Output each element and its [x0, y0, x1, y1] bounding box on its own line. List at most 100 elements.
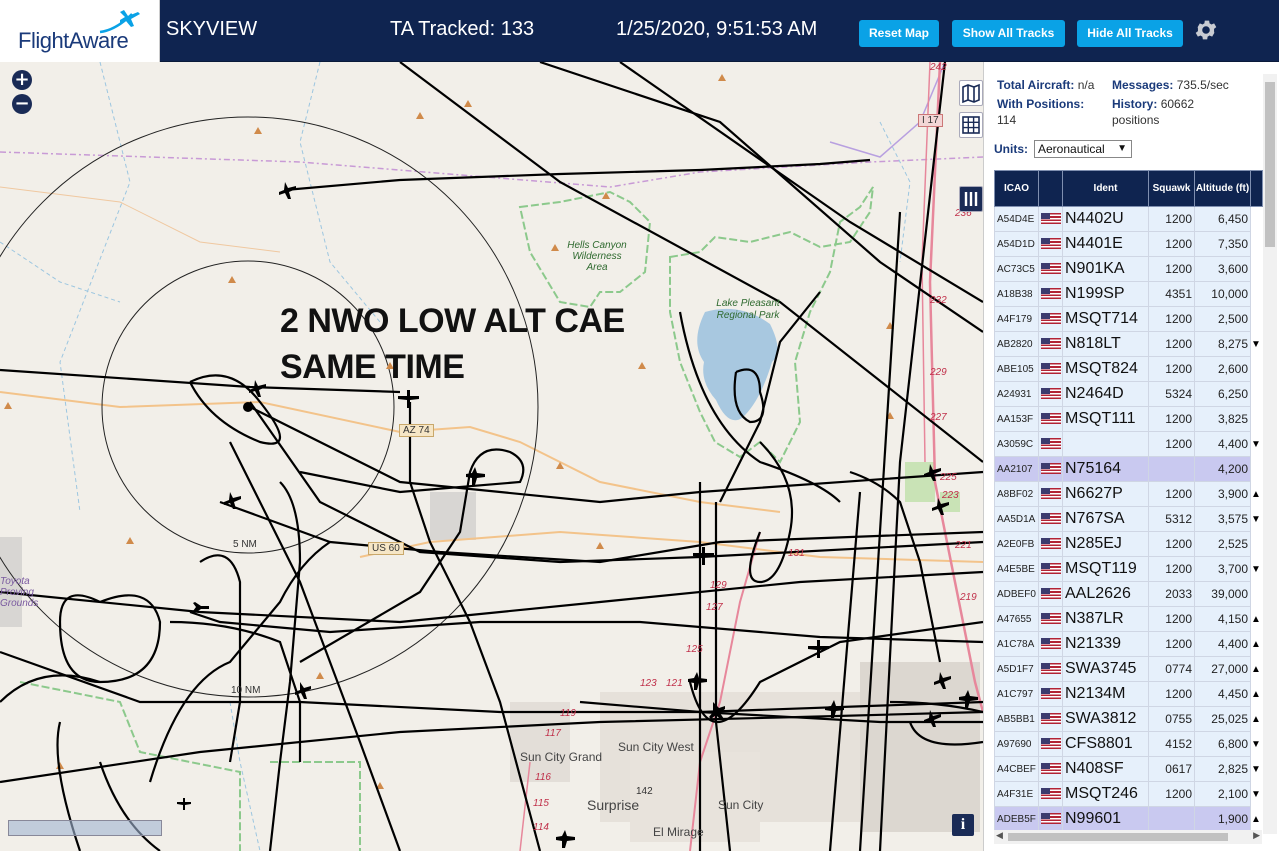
horizontal-scrollbar[interactable]: ◀ ▶: [994, 830, 1262, 844]
table-row[interactable]: A4CBEF N408SF 0617 2,825 ▼: [994, 756, 1263, 782]
table-row[interactable]: A54D4E N4402U 1200 6,450: [994, 206, 1263, 232]
table-row[interactable]: A4F31E MSQT246 1200 2,100 ▼: [994, 781, 1263, 807]
trend-cell: ▲: [1251, 688, 1261, 700]
table-row[interactable]: A97690 CFS8801 4152 6,800 ▼: [994, 731, 1263, 757]
altitude-cell: 3,700: [1194, 556, 1251, 582]
table-row[interactable]: AC73C5 N901KA 1200 3,600: [994, 256, 1263, 282]
col-squawk[interactable]: Squawk: [1148, 170, 1195, 207]
route-marker: 116: [535, 772, 551, 783]
messages-value: 735.5/sec: [1176, 78, 1229, 92]
scroll-left-icon[interactable]: ◀: [996, 831, 1003, 841]
gear-icon[interactable]: [1193, 17, 1219, 43]
hide-all-tracks-button[interactable]: Hide All Tracks: [1077, 20, 1183, 47]
scrollbar-thumb[interactable]: [1265, 82, 1275, 247]
total-aircraft-value: n/a: [1077, 78, 1095, 92]
us-flag-icon: [1041, 438, 1061, 450]
table-row[interactable]: A2E0FB N285EJ 1200 2,525: [994, 531, 1263, 557]
ident-cell: N285EJ: [1062, 531, 1149, 557]
altitude-cell: 3,900: [1194, 481, 1251, 507]
zoom-out-button[interactable]: −: [12, 94, 32, 114]
ident-cell: N199SP: [1062, 281, 1149, 307]
clock: 1/25/2020, 9:51:53 AM: [616, 18, 818, 40]
table-row[interactable]: AA153F MSQT111 1200 3,825: [994, 406, 1263, 432]
us-flag-icon: [1041, 213, 1061, 225]
layer-grid-button[interactable]: [959, 112, 983, 138]
reset-map-button[interactable]: Reset Map: [859, 20, 939, 47]
col-flag[interactable]: [1038, 170, 1063, 207]
hells-canyon-label: Hells Canyon Wilderness Area: [567, 240, 627, 273]
squawk-cell: 1200: [1148, 606, 1195, 632]
units-select[interactable]: Aeronautical ▼: [1034, 140, 1132, 158]
map-view[interactable]: Hells Canyon Wilderness Area Lake Pleasa…: [0, 62, 983, 851]
ident-cell: CFS8801: [1062, 731, 1149, 757]
table-row[interactable]: A3059C 1200 4,400 ▼: [994, 431, 1263, 457]
zoom-in-button[interactable]: +: [12, 70, 32, 90]
table-row[interactable]: AA2107 N75164 4,200: [994, 456, 1263, 482]
table-header: ICAO Ident Squawk Altitude (ft): [994, 170, 1263, 207]
show-all-tracks-button[interactable]: Show All Tracks: [952, 20, 1065, 47]
table-row[interactable]: ABE105 MSQT824 1200 2,600: [994, 356, 1263, 382]
scrollbar-thumb[interactable]: [1008, 833, 1228, 841]
col-altitude[interactable]: Altitude (ft): [1194, 170, 1251, 207]
altitude-cell: 4,400: [1194, 431, 1251, 457]
columns-icon: [964, 192, 978, 206]
layer-map-button[interactable]: [959, 80, 983, 106]
table-row[interactable]: A24931 N2464D 5324 6,250: [994, 381, 1263, 407]
history-value: 60662: [1160, 97, 1195, 111]
table-row[interactable]: A54D1D N4401E 1200 7,350: [994, 231, 1263, 257]
chevron-down-icon: ▼: [1117, 143, 1127, 154]
icao-cell: AC73C5: [994, 256, 1039, 282]
route-marker: 142: [636, 786, 653, 797]
route-marker: 229: [930, 367, 947, 378]
table-row[interactable]: A1C797 N2134M 1200 4,450 ▲: [994, 681, 1263, 707]
total-aircraft-label: Total Aircraft:: [997, 78, 1075, 92]
vertical-scrollbar[interactable]: [1263, 74, 1277, 834]
us-flag-icon: [1041, 588, 1061, 600]
altitude-cell: 4,200: [1194, 456, 1251, 482]
table-row[interactable]: A1C78A N21339 1200 4,400 ▲: [994, 631, 1263, 657]
aircraft-rows: A54D4E N4402U 1200 6,450 A54D1D N4401E 1200 7,3…: [994, 206, 1263, 832]
us-flag-icon: [1041, 813, 1061, 825]
altitude-cell: 2,525: [1194, 531, 1251, 557]
scroll-right-icon[interactable]: ▶: [1253, 831, 1260, 841]
table-row[interactable]: ADEB5F N99601 1,900 ▲: [994, 806, 1263, 832]
table-row[interactable]: ADBEF0 AAL2626 2033 39,000: [994, 581, 1263, 607]
table-row[interactable]: AB2820 N818LT 1200 8,275 ▼: [994, 331, 1263, 357]
flag-cell: [1038, 781, 1063, 807]
lake-pleasant-label: Lake Pleasant Regional Park: [716, 298, 780, 321]
table-row[interactable]: A4E5BE MSQT119 1200 3,700 ▼: [994, 556, 1263, 582]
ident-cell: N99601: [1062, 806, 1149, 832]
surprise-label: Surprise: [587, 797, 640, 813]
col-icao[interactable]: ICAO: [994, 170, 1039, 207]
col-ident[interactable]: Ident: [1062, 170, 1149, 207]
trend-cell: [1251, 382, 1263, 407]
squawk-cell: 1200: [1148, 556, 1195, 582]
squawk-cell: 1200: [1148, 231, 1195, 257]
table-row[interactable]: AB5BB1 SWA3812 0755 25,025 ▲: [994, 706, 1263, 732]
flightaware-logo[interactable]: FlightAware: [0, 0, 160, 62]
table-row[interactable]: AA5D1A N767SA 5312 3,575 ▼: [994, 506, 1263, 532]
squawk-cell: 1200: [1148, 406, 1195, 432]
info-button[interactable]: i: [952, 814, 974, 836]
flag-cell: [1038, 731, 1063, 757]
route-marker: 221: [955, 540, 972, 551]
toggle-sidebar-button[interactable]: [959, 186, 983, 212]
us-flag-icon: [1041, 288, 1061, 300]
table-row[interactable]: A5D1F7 SWA3745 0774 27,000 ▲: [994, 656, 1263, 682]
trend-cell: ▲: [1251, 613, 1261, 625]
table-row[interactable]: A47655 N387LR 1200 4,150 ▲: [994, 606, 1263, 632]
squawk-cell: 5324: [1148, 381, 1195, 407]
trend-cell: ▼: [1251, 338, 1261, 350]
units-selected-value: Aeronautical: [1038, 142, 1105, 156]
flag-cell: [1038, 406, 1063, 432]
altitude-cell: 1,900: [1194, 806, 1251, 832]
map-layer[interactable]: [0, 62, 983, 851]
squawk-cell: 1200: [1148, 306, 1195, 332]
table-row[interactable]: A4F179 MSQT714 1200 2,500: [994, 306, 1263, 332]
units-label: Units:: [994, 142, 1028, 156]
table-row[interactable]: A8BF02 N6627P 1200 3,900 ▲: [994, 481, 1263, 507]
altitude-cell: 4,150: [1194, 606, 1251, 632]
scale-bar: [8, 820, 162, 836]
table-row[interactable]: A18B38 N199SP 4351 10,000: [994, 281, 1263, 307]
icao-cell: A1C78A: [994, 631, 1039, 657]
